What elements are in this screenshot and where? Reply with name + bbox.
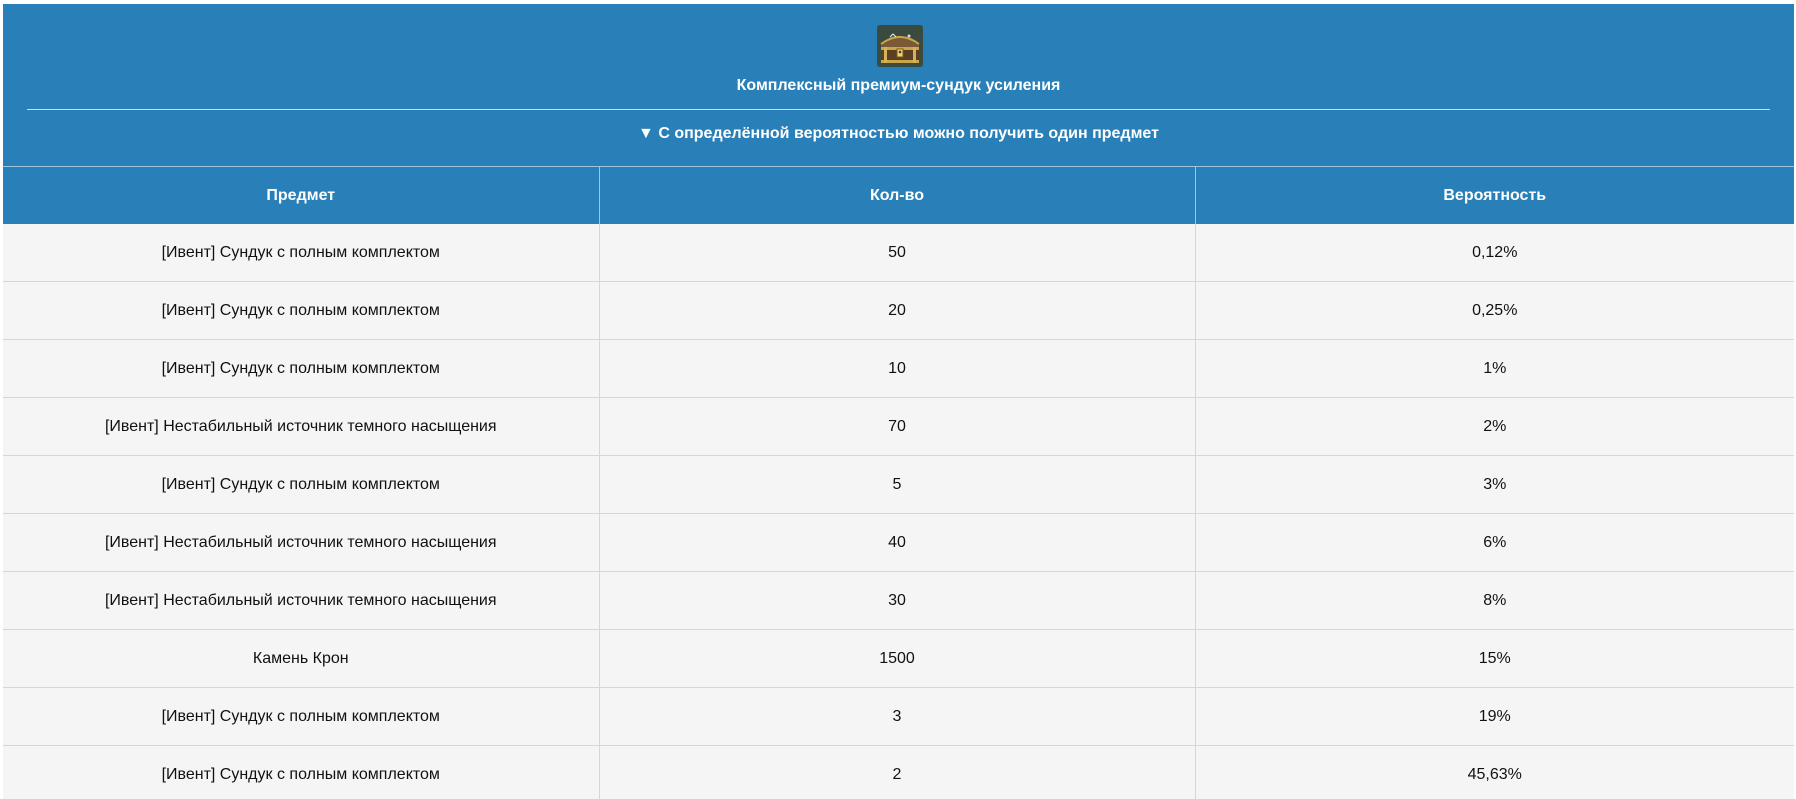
quantity-cell: 30 [598, 571, 1195, 630]
quantity-cell: 40 [598, 513, 1195, 572]
chest-title: Комплексный премиум-сундук усиления [736, 77, 1061, 94]
table-row: [Ивент] Нестабильный источник темного на… [3, 571, 1794, 630]
probability-cell: 2% [1194, 397, 1794, 456]
probability-cell: 6% [1194, 513, 1794, 572]
quantity-cell: 2 [598, 745, 1195, 799]
item-cell: [Ивент] Нестабильный источник темного на… [3, 397, 599, 456]
item-cell: [Ивент] Сундук с полным комплектом [3, 224, 599, 282]
column-header-probability: Вероятность [1194, 166, 1794, 224]
probability-cell: 8% [1194, 571, 1794, 630]
item-cell: [Ивент] Нестабильный источник темного на… [3, 513, 599, 572]
quantity-cell: 1500 [598, 629, 1195, 688]
table-row: [Ивент] Сундук с полным комплектом 50 0,… [3, 224, 1794, 282]
probability-cell: 0,12% [1194, 224, 1794, 282]
drop-chance-toggle[interactable]: ▼ С определённой вероятностью можно полу… [3, 124, 1794, 144]
table-row: [Ивент] Сундук с полным комплектом 5 3% [3, 455, 1794, 514]
table-row: [Ивент] Сундук с полным комплектом 2 45,… [3, 745, 1794, 799]
quantity-cell: 3 [598, 687, 1195, 746]
item-cell: [Ивент] Сундук с полным комплектом [3, 455, 599, 514]
table-row: [Ивент] Сундук с полным комплектом 3 19% [3, 687, 1794, 746]
item-cell: [Ивент] Сундук с полным комплектом [3, 687, 599, 746]
quantity-cell: 50 [598, 224, 1195, 282]
column-header-quantity: Кол-во [598, 166, 1195, 224]
column-header-item: Предмет [3, 166, 599, 224]
probability-cell: 15% [1194, 629, 1794, 688]
item-cell: [Ивент] Нестабильный источник темного на… [3, 571, 599, 630]
header-divider [27, 109, 1770, 110]
table-row: Камень Крон 1500 15% [3, 629, 1794, 688]
probability-cell: 3% [1194, 455, 1794, 514]
table-header-row: Предмет Кол-во Вероятность [3, 166, 1794, 224]
chest-info-panel: Комплексный премиум-сундук усиления ▼ С … [3, 4, 1794, 799]
table-row: [Ивент] Нестабильный источник темного на… [3, 513, 1794, 572]
probability-cell: 19% [1194, 687, 1794, 746]
quantity-cell: 70 [598, 397, 1195, 456]
probability-cell: 1% [1194, 339, 1794, 398]
treasure-chest-icon [877, 25, 923, 67]
quantity-cell: 20 [598, 281, 1195, 340]
item-cell: [Ивент] Сундук с полным комплектом [3, 339, 599, 398]
item-cell: [Ивент] Сундук с полным комплектом [3, 281, 599, 340]
table-row: [Ивент] Сундук с полным комплектом 20 0,… [3, 281, 1794, 340]
quantity-cell: 5 [598, 455, 1195, 514]
probability-cell: 45,63% [1194, 745, 1794, 799]
table-row: [Ивент] Нестабильный источник темного на… [3, 397, 1794, 456]
item-cell: [Ивент] Сундук с полным комплектом [3, 745, 599, 799]
item-cell: Камень Крон [3, 629, 599, 688]
quantity-cell: 10 [598, 339, 1195, 398]
panel-header: Комплексный премиум-сундук усиления ▼ С … [3, 4, 1794, 166]
drop-table: Предмет Кол-во Вероятность [Ивент] Сунду… [3, 166, 1794, 799]
table-row: [Ивент] Сундук с полным комплектом 10 1% [3, 339, 1794, 398]
probability-cell: 0,25% [1194, 281, 1794, 340]
